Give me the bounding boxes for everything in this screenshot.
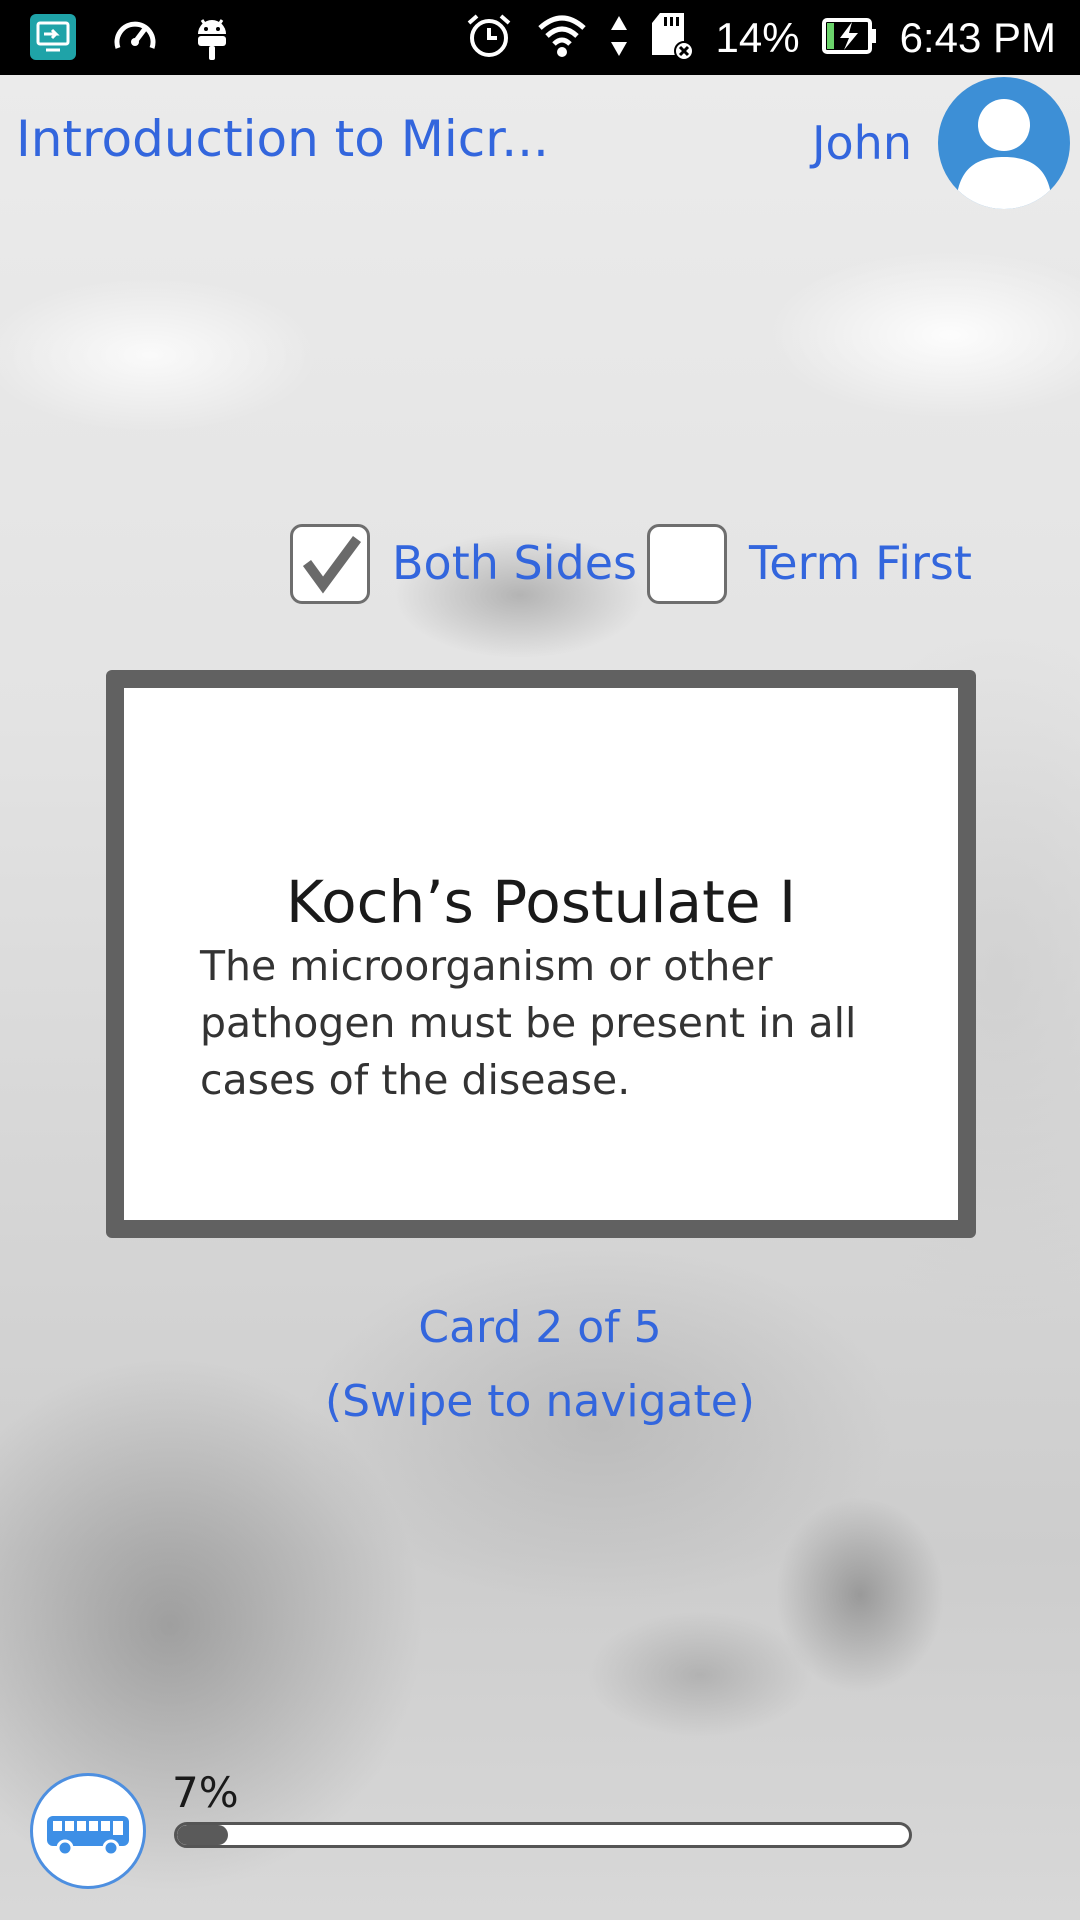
flashcard-face[interactable]: Koch’s Postulate I The microorganism or …	[124, 688, 958, 1220]
progress-fill	[177, 1825, 229, 1845]
term-first-checkbox[interactable]	[647, 524, 727, 604]
alarm-icon	[464, 11, 514, 65]
checkmark-icon	[302, 536, 362, 594]
bus-icon	[47, 1816, 129, 1857]
both-sides-checkbox[interactable]	[290, 524, 370, 604]
term-first-label[interactable]: Term First	[749, 536, 972, 590]
user-name[interactable]: John	[812, 116, 912, 170]
data-arrows-icon	[610, 14, 628, 62]
both-sides-label[interactable]: Both Sides	[392, 536, 637, 590]
card-definition: The microorganism or other pathogen must…	[200, 942, 857, 1104]
screen-mirror-icon	[28, 12, 78, 66]
battery-percent: 14%	[715, 13, 800, 61]
swipe-hint: (Swipe to navigate)	[325, 1376, 755, 1427]
battery-charging-icon	[821, 16, 878, 60]
wifi-icon	[536, 14, 588, 62]
bus-button[interactable]	[30, 1773, 146, 1889]
card-term: Koch’s Postulate I	[285, 868, 797, 936]
progress-bar	[174, 1822, 912, 1848]
status-bar: 14% 6:43 PM	[0, 0, 1080, 75]
card-counter: Card 2 of 5	[418, 1302, 662, 1353]
speedometer-icon	[112, 14, 158, 64]
deck-title[interactable]: Introduction to Micr...	[16, 110, 736, 168]
user-avatar-icon[interactable]	[938, 77, 1070, 209]
progress-percent: 7%	[172, 1768, 239, 1817]
clock: 6:43 PM	[899, 13, 1056, 61]
android-icon	[192, 12, 232, 66]
flashcard[interactable]: Koch’s Postulate I The microorganism or …	[106, 670, 976, 1238]
sd-card-icon	[650, 11, 694, 65]
